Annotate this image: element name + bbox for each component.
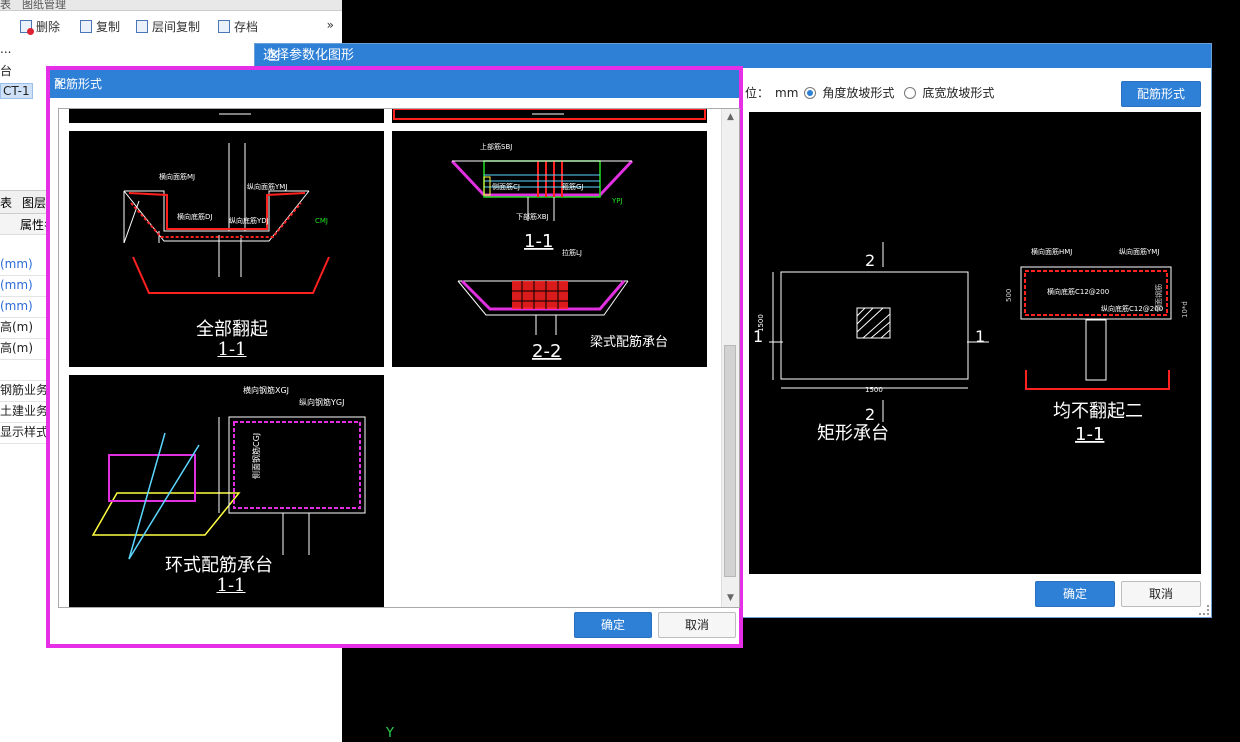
thumb1-caption: 全部翻起 [196, 319, 268, 340]
property-key: (mm) [0, 278, 33, 292]
slope-options: 位： mm 角度放坡形式 底宽放坡形式 [745, 84, 994, 101]
scroll-up-arrow[interactable]: ▲ [722, 109, 739, 126]
preview-hmj: 横向面筋HMJ [1031, 247, 1072, 256]
thumb2-caption: 梁式配筋承台 [589, 335, 668, 350]
scroll-down-arrow[interactable]: ▼ [722, 590, 739, 607]
thumb2-section1: 1-1 [524, 231, 553, 252]
tab-drawing-management[interactable]: 图纸管理 [22, 0, 66, 12]
t2-sbj: 上部筋SBJ [480, 142, 512, 151]
rebar-thumbnail-grid: 横向面筋MJ 纵向面筋YMJ 横向底筋DJ 纵向底筋YDJ CMJ 全部翻起 1… [58, 108, 740, 608]
floor-copy-button[interactable]: 层间复制 [136, 18, 200, 35]
archive-button[interactable]: 存档 [218, 18, 258, 35]
rebar-form-dialog: 配筋形式 × 横向面筋MJ 纵向面筋YMJ 横向底筋DJ 纵向底筋YDJ CMJ… [46, 66, 743, 648]
left-tabs: 表 图纸管理 [0, 0, 342, 11]
t1-hmj: 横向面筋MJ [159, 172, 195, 181]
archive-icon [218, 20, 230, 33]
rebar-form-button[interactable]: 配筋形式 [1121, 81, 1201, 107]
preview-ydj: 纵向底筋C12@200 [1101, 304, 1163, 313]
t3-xgj: 横向钢筋XGJ [243, 385, 289, 395]
t2-ypj: YPJ [611, 197, 623, 205]
param-dialog-titlebar[interactable]: 选择参数化图形 □ ✕ [255, 44, 1211, 68]
thumb1-section: 1-1 [217, 339, 247, 360]
angle-slope-label[interactable]: 角度放坡形式 [822, 84, 894, 101]
mark-top: 2 [865, 251, 875, 270]
property-key: (mm) [0, 257, 33, 271]
t1-cmj: CMJ [315, 217, 328, 225]
rebar-dialog-titlebar[interactable]: 配筋形式 × [50, 70, 739, 98]
floor-copy-icon [136, 20, 148, 33]
tab-table[interactable]: 表 [0, 0, 11, 12]
copy-icon [80, 20, 92, 33]
rebar-ok-button[interactable]: 确定 [574, 612, 652, 638]
preview-section: 1-1 [1075, 424, 1104, 445]
close-icon[interactable]: × [54, 70, 735, 98]
tree-item[interactable]: ... [0, 42, 11, 56]
vertical-scrollbar[interactable]: ▲ ▼ [721, 109, 739, 607]
width-slope-radio[interactable] [904, 86, 917, 99]
preview-left-caption: 矩形承台 [817, 423, 889, 444]
t2-gj: 箍筋GJ [562, 182, 584, 191]
floor-copy-label: 层间复制 [152, 20, 201, 34]
axis-y-label: Y [386, 726, 394, 741]
property-key: 显示样式 [0, 425, 49, 439]
t2-lj: 拉筋LJ [562, 248, 582, 257]
delete-label: 删除 [36, 20, 61, 34]
resize-grip[interactable] [1199, 605, 1209, 615]
t2-cj: 侧面筋CJ [492, 182, 520, 191]
tab-property[interactable]: 表 [0, 194, 12, 211]
t3-ygj: 纵向钢筋YGJ [299, 397, 344, 407]
preview-cmj: 侧面钢筋 [1154, 284, 1163, 312]
rebar-thumb-partial[interactable] [69, 109, 384, 123]
mark-bottom: 2 [865, 405, 875, 424]
rebar-thumb-ring-type[interactable]: 横向钢筋XGJ 纵向钢筋YGJ 侧面钢筋CGJ 环式配筋承台 1-1 [69, 375, 384, 607]
t2-xbj: 下部筋XBJ [516, 212, 549, 221]
preview-500: 500 [1005, 289, 1013, 302]
dim-width: 1500 [865, 386, 883, 394]
unit-value: mm [775, 85, 799, 100]
preview-hdj: 横向底筋C12@200 [1047, 287, 1109, 296]
thumb3-section: 1-1 [216, 575, 246, 596]
t1-hdj: 横向底筋DJ [177, 212, 212, 221]
rebar-thumb-partial[interactable] [392, 109, 707, 123]
tree-item[interactable]: 台 [0, 62, 12, 79]
close-icon[interactable]: ✕ [263, 44, 285, 68]
shape-preview: 2 2 1 1 1500 1500 矩形承台 横向面筋HMJ 纵向面筋YMJ 横… [749, 112, 1201, 574]
mark-right: 1 [975, 327, 985, 346]
tree-item-selected[interactable]: CT-1 [0, 83, 33, 99]
rebar-thumb-beam-type[interactable]: 上部筋SBJ 侧面筋CJ 箍筋GJ 下部筋XBJ 拉筋LJ YPJ 1-1 2-… [392, 131, 707, 367]
property-key: 高(m) [0, 320, 34, 334]
delete-icon [20, 20, 34, 35]
unit-label: 位： [745, 86, 770, 100]
copy-button[interactable]: 复制 [80, 18, 120, 35]
property-key: 高(m) [0, 341, 34, 355]
preview-ymj: 纵向面筋YMJ [1119, 247, 1159, 256]
preview-drawing: 2 2 1 1 1500 1500 矩形承台 横向面筋HMJ 纵向面筋YMJ 横… [753, 242, 1189, 445]
dim-height: 1500 [757, 314, 765, 332]
copy-label: 复制 [96, 20, 121, 34]
t1-ydj: 纵向底筋YDJ [229, 216, 269, 225]
toolbar-more-button[interactable]: » [327, 18, 334, 32]
property-key: (mm) [0, 299, 33, 313]
scroll-thumb[interactable] [724, 345, 736, 577]
t3-cgj: 侧面钢筋CGJ [251, 433, 261, 479]
param-cancel-button[interactable]: 取消 [1121, 581, 1201, 607]
delete-button[interactable]: 删除 [20, 18, 60, 35]
t1-ymj: 纵向面筋YMJ [247, 182, 287, 191]
left-toolbar: 删除 复制 层间复制 存档 » [0, 14, 342, 38]
rebar-thumb-all-raised[interactable]: 横向面筋MJ 纵向面筋YMJ 横向底筋DJ 纵向底筋YDJ CMJ 全部翻起 1… [69, 131, 384, 367]
preview-right-caption: 均不翻起二 [1053, 401, 1143, 422]
archive-label: 存档 [234, 20, 259, 34]
tab-layer[interactable]: 图层 [22, 194, 46, 211]
thumb2-section2: 2-2 [532, 341, 561, 362]
thumb3-caption: 环式配筋承台 [165, 555, 273, 576]
preview-10d: 10*d [1181, 301, 1189, 318]
angle-slope-radio[interactable] [804, 86, 817, 99]
rebar-cancel-button[interactable]: 取消 [658, 612, 736, 638]
param-ok-button[interactable]: 确定 [1035, 581, 1115, 607]
width-slope-label[interactable]: 底宽放坡形式 [922, 84, 994, 101]
